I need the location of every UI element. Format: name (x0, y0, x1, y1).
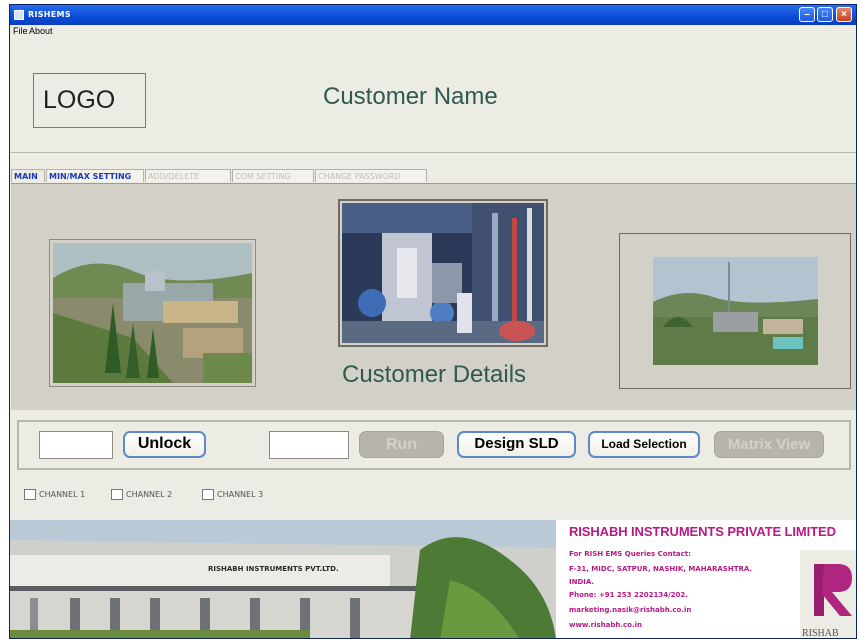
menu-file[interactable]: File (13, 26, 28, 36)
website: www.rishabh.co.in (569, 621, 642, 629)
contact-heading: For RISH EMS Queries Contact: (569, 550, 691, 558)
left-photo-frame (49, 239, 256, 387)
main-panel: Customer Details (11, 183, 856, 410)
rishabh-logo: RISHAB (800, 550, 856, 639)
channel-2-checkbox[interactable]: CHANNEL 2 (111, 489, 172, 500)
checkbox-icon (111, 489, 123, 500)
app-icon (14, 10, 24, 20)
company-info-panel: RISHABH INSTRUMENTS PRIVATE LIMITED For … (556, 520, 856, 639)
unlock-button[interactable]: Unlock (123, 431, 206, 458)
channel-1-checkbox[interactable]: CHANNEL 1 (24, 489, 85, 500)
tab-main[interactable]: MAIN (11, 169, 45, 182)
minimize-icon[interactable]: – (799, 7, 815, 22)
maximize-icon[interactable]: □ (817, 7, 833, 22)
customer-name: Customer Name (323, 83, 498, 110)
logo-placeholder: LOGO (33, 73, 146, 128)
address-line-1: F-31, MIDC, SATPUR, NASHIK, MAHARASHTRA. (569, 565, 753, 573)
tab-strip: MAIN MIN/MAX SETTING ADD/DELETE COM SETT… (11, 165, 856, 183)
center-photo-frame (338, 199, 548, 347)
header-panel: LOGO Customer Name (11, 40, 856, 153)
unlock-input[interactable] (39, 431, 113, 459)
building-sign: RISHABH INSTRUMENTS PVT.LTD. (208, 565, 339, 573)
menu-bar: File About (10, 25, 856, 39)
company-name: RISHABH INSTRUMENTS PRIVATE LIMITED (569, 524, 836, 539)
design-sld-button[interactable]: Design SLD (457, 431, 576, 458)
run-button[interactable]: Run (359, 431, 444, 458)
address-line-2: INDIA. (569, 578, 595, 586)
checkbox-icon (24, 489, 36, 500)
tab-min-max-setting[interactable]: MIN/MAX SETTING (46, 169, 144, 182)
title-bar[interactable]: RISHEMS – □ × (10, 5, 856, 25)
tab-change-password[interactable]: CHANGE PASSWORD (315, 169, 427, 182)
logo-text: RISHAB (802, 628, 839, 639)
window-title: RISHEMS (28, 10, 71, 19)
plant-photo-left (53, 243, 252, 383)
matrix-view-button[interactable]: Matrix View (714, 431, 824, 458)
tab-com-setting[interactable]: COM SETTING (232, 169, 314, 182)
menu-about[interactable]: About (29, 26, 53, 36)
email: marketing.nasik@rishabh.co.in (569, 606, 692, 614)
application-window: RISHEMS – □ × File About LOGO Customer N… (9, 4, 857, 639)
right-photo-frame (619, 233, 851, 389)
run-input[interactable] (269, 431, 349, 459)
customer-details: Customer Details (342, 361, 527, 388)
checkbox-icon (202, 489, 214, 500)
company-building-photo: RISHABH INSTRUMENTS PVT.LTD. (10, 520, 556, 638)
channel-3-checkbox[interactable]: CHANNEL 3 (202, 489, 263, 500)
tab-add-delete[interactable]: ADD/DELETE (145, 169, 231, 182)
phone: Phone: +91 253 2202134/202. (569, 591, 688, 599)
control-bar: Unlock Run Design SLD Load Selection Mat… (17, 420, 851, 470)
plant-photo-right (653, 257, 818, 365)
plant-photo-center (342, 203, 544, 343)
load-selection-button[interactable]: Load Selection (588, 431, 700, 458)
close-icon[interactable]: × (836, 7, 852, 22)
